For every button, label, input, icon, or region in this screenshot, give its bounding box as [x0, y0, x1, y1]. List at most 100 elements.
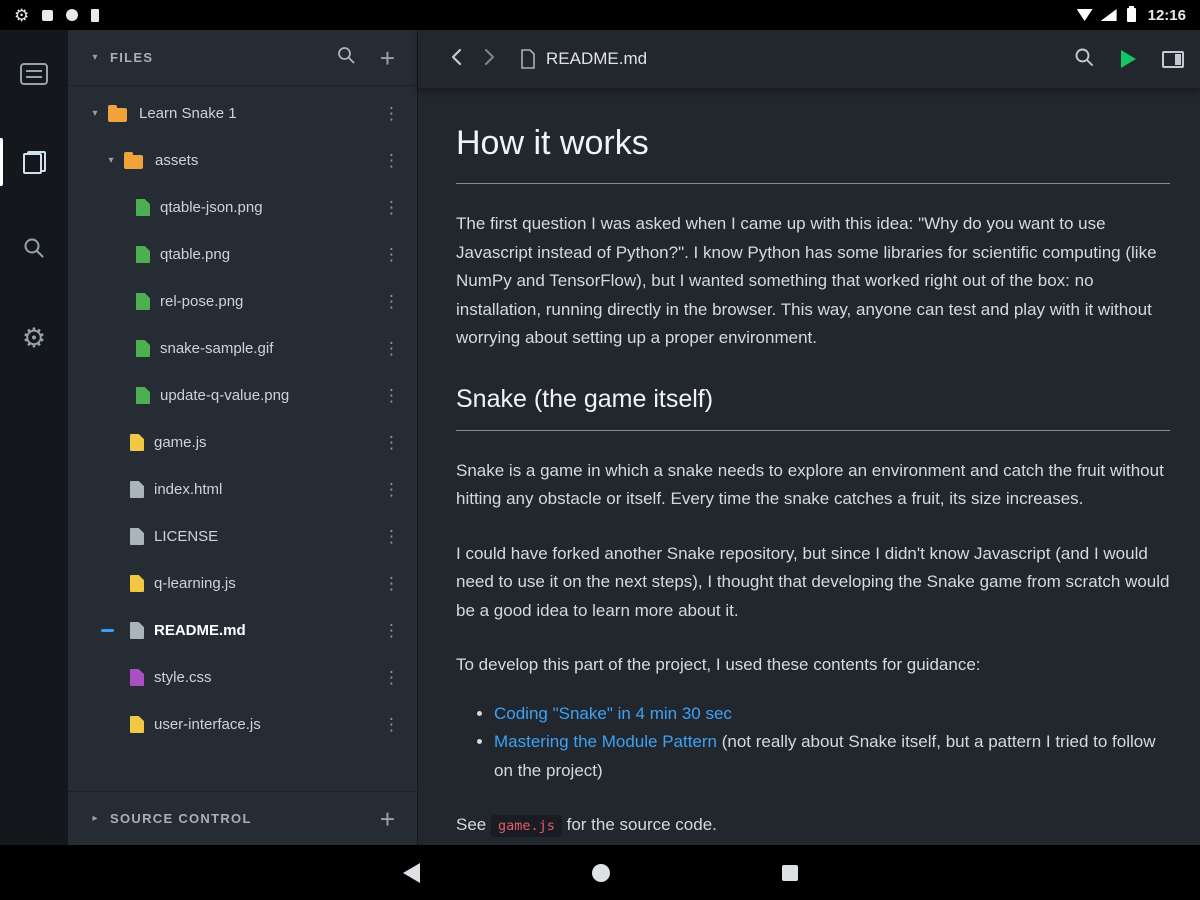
files-icon — [22, 150, 46, 174]
more-options-icon[interactable]: ⋮ — [383, 292, 400, 312]
settings-notification-icon: ⚙ — [14, 5, 30, 25]
javascript-file-icon — [130, 716, 144, 733]
wifi-icon — [1076, 9, 1093, 21]
doc-paragraph: I could have forked another Snake reposi… — [456, 543, 1170, 620]
add-repo-icon[interactable]: + — [380, 806, 395, 832]
doc-paragraph-see: See game.js for the source code. — [456, 811, 1170, 841]
more-options-icon[interactable]: ⋮ — [383, 151, 400, 171]
javascript-file-icon — [130, 575, 144, 592]
panel-toggle-icon[interactable] — [1162, 50, 1184, 68]
tree-item-file[interactable]: style.css ⋮ — [68, 654, 417, 701]
list-item: Mastering the Module Pattern (not really… — [494, 728, 1170, 785]
tree-item-folder[interactable]: ▾ assets ⋮ — [68, 137, 417, 184]
android-back-button[interactable] — [402, 862, 420, 883]
gear-icon: ⚙ — [21, 322, 47, 353]
android-recents-button[interactable] — [781, 864, 798, 881]
editor-header: README.md — [418, 30, 1200, 88]
file-icon — [130, 622, 144, 639]
notification-icons: ⚙ — [14, 5, 100, 25]
active-file-indicator — [101, 629, 114, 632]
folder-icon — [108, 104, 127, 122]
files-panel-header[interactable]: ▾ FILES + — [68, 30, 417, 86]
link-module-pattern[interactable]: Mastering the Module Pattern — [494, 732, 717, 751]
doc-bullet-list: Coding "Snake" in 4 min 30 sec Mastering… — [456, 700, 1170, 786]
chevron-right-icon[interactable]: ▸ — [88, 813, 102, 824]
image-file-icon — [136, 387, 150, 404]
doc-h1: How it works — [456, 124, 649, 162]
open-file-title: README.md — [546, 49, 648, 68]
tree-item-file[interactable]: game.js ⋮ — [68, 419, 417, 466]
rail-item-settings[interactable]: ⚙ — [0, 310, 68, 366]
tree-item-label: style.css — [154, 669, 212, 686]
inline-code-gamejs: game.js — [490, 815, 562, 837]
tree-item-file-active[interactable]: README.md ⋮ — [68, 607, 417, 654]
tree-item-label: game.js — [154, 434, 207, 451]
see-text: See — [456, 815, 491, 834]
battery-icon — [1126, 6, 1136, 22]
forward-icon[interactable] — [478, 45, 500, 74]
tree-item-folder[interactable]: ▾ Learn Snake 1 ⋮ — [68, 90, 417, 137]
source-control-header[interactable]: ▸ SOURCE CONTROL + — [68, 791, 417, 845]
clock: 12:16 — [1147, 6, 1186, 24]
tree-item-label: LICENSE — [154, 528, 219, 545]
back-icon[interactable] — [446, 45, 468, 74]
search-files-icon[interactable] — [336, 45, 356, 70]
run-button[interactable] — [1121, 50, 1136, 68]
tree-item-label: README.md — [154, 622, 246, 639]
more-options-icon[interactable]: ⋮ — [383, 527, 400, 547]
system-status-icons: 12:16 — [1076, 6, 1186, 24]
tree-item-file[interactable]: index.html ⋮ — [68, 466, 417, 513]
see-text-suffix: for the source code. — [561, 815, 717, 834]
tree-item-file[interactable]: rel-pose.png ⋮ — [68, 278, 417, 325]
image-file-icon — [136, 340, 150, 357]
more-options-icon[interactable]: ⋮ — [383, 574, 400, 594]
more-options-icon[interactable]: ⋮ — [383, 668, 400, 688]
tree-item-file[interactable]: snake-sample.gif ⋮ — [68, 325, 417, 372]
circle-notification-icon — [66, 9, 79, 21]
files-panel-title: FILES — [110, 50, 154, 65]
tree-item-label: qtable-json.png — [160, 199, 263, 216]
chevron-down-icon[interactable]: ▾ — [88, 108, 102, 119]
tree-item-file[interactable]: qtable-json.png ⋮ — [68, 184, 417, 231]
tree-item-file[interactable]: q-learning.js ⋮ — [68, 560, 417, 607]
rail-item-search[interactable] — [0, 222, 68, 278]
more-options-icon[interactable]: ⋮ — [383, 621, 400, 641]
tree-item-label: Learn Snake 1 — [139, 105, 237, 122]
search-in-file-icon[interactable] — [1073, 46, 1095, 73]
more-options-icon[interactable]: ⋮ — [383, 198, 400, 218]
chevron-down-icon[interactable]: ▾ — [88, 52, 102, 63]
doc-h2: Snake (the game itself) — [456, 384, 714, 413]
link-coding-snake[interactable]: Coding "Snake" in 4 min 30 sec — [494, 704, 732, 723]
tree-item-file[interactable]: update-q-value.png ⋮ — [68, 372, 417, 419]
source-control-title: SOURCE CONTROL — [110, 811, 252, 826]
more-options-icon[interactable]: ⋮ — [383, 386, 400, 406]
javascript-file-icon — [130, 434, 144, 451]
cell-signal-icon — [1100, 9, 1117, 21]
divider — [456, 183, 1170, 184]
rail-item-menu[interactable] — [0, 46, 68, 102]
android-nav-bar — [0, 845, 1200, 900]
folder-icon — [124, 151, 143, 169]
tablet-screen: ⚙ 12:16 ⚙ ▾ FILES + ▾ Learn Snake 1 ⋮ ▾ … — [0, 0, 1200, 900]
tree-item-file[interactable]: user-interface.js ⋮ — [68, 701, 417, 748]
more-options-icon[interactable]: ⋮ — [383, 480, 400, 500]
android-home-button[interactable] — [591, 863, 610, 882]
more-options-icon[interactable]: ⋮ — [383, 339, 400, 359]
list-item: Coding "Snake" in 4 min 30 sec — [494, 700, 1170, 729]
tree-item-label: q-learning.js — [154, 575, 236, 592]
css-file-icon — [130, 669, 144, 686]
files-sidebar: ▾ FILES + ▾ Learn Snake 1 ⋮ ▾ assets ⋮ q… — [68, 30, 418, 845]
chevron-down-icon[interactable]: ▾ — [104, 155, 118, 166]
more-options-icon[interactable]: ⋮ — [383, 245, 400, 265]
tree-item-label: user-interface.js — [154, 716, 261, 733]
more-options-icon[interactable]: ⋮ — [383, 715, 400, 735]
tree-item-file[interactable]: qtable.png ⋮ — [68, 231, 417, 278]
tree-item-file[interactable]: LICENSE ⋮ — [68, 513, 417, 560]
file-icon — [130, 528, 144, 545]
rail-item-files[interactable] — [0, 134, 68, 190]
tree-item-label: rel-pose.png — [160, 293, 244, 310]
more-options-icon[interactable]: ⋮ — [383, 104, 400, 124]
add-file-icon[interactable]: + — [380, 45, 395, 71]
doc-paragraph: The first question I was asked when I ca… — [456, 214, 1157, 347]
more-options-icon[interactable]: ⋮ — [383, 433, 400, 453]
